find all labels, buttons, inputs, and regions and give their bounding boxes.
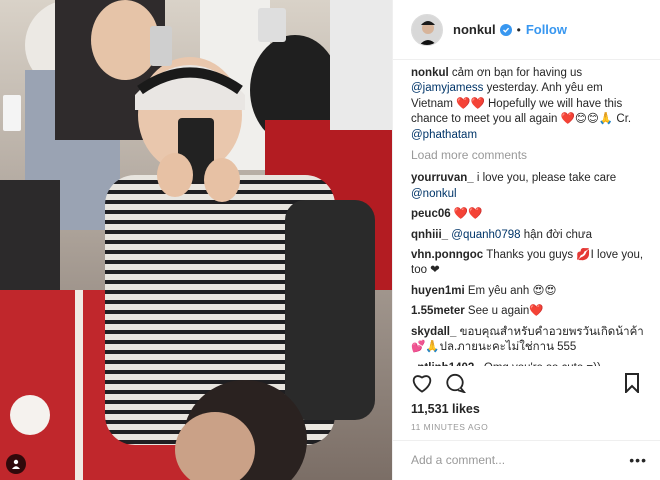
comment-text: ❤️❤️ (453, 208, 483, 221)
more-comments-list: yourruvan_ i love you, please take care … (411, 171, 646, 366)
post-photo[interactable] (0, 0, 392, 480)
comment-username[interactable]: yourruvan_ (411, 172, 474, 184)
post-author-username[interactable]: nonkul (453, 22, 496, 37)
comment-item: vhn.ponngoc Thanks you guys 💋I love you,… (411, 248, 646, 279)
load-more-comments-button[interactable]: Load more comments (411, 148, 646, 163)
comment-item: yourruvan_ i love you, please take care … (411, 171, 646, 202)
tagged-user-icon[interactable] (6, 454, 26, 474)
add-comment-input[interactable]: Add a comment... (411, 453, 505, 467)
heart-icon[interactable] (411, 373, 433, 398)
post-timestamp[interactable]: 11 MINUTES AGO (411, 422, 488, 432)
comment-item: skydall_ ขอบคุณสำหรับคำอวยพรวันเกิดน้าค้… (411, 325, 646, 356)
comment-username[interactable]: skydall_ (411, 326, 456, 338)
comment-item: nonkul cảm ơn bạn for having us @jamyjam… (411, 66, 646, 143)
follow-button[interactable]: Follow (526, 22, 567, 37)
post-header: nonkul • Follow (393, 0, 660, 60)
comment-text: hận đời chưa (520, 228, 593, 241)
comment-username[interactable]: _ntlinh1402_ (411, 362, 481, 367)
comment-text: See u again❤️ (467, 305, 544, 318)
comment-username[interactable]: huyen1mi (411, 285, 465, 297)
comment-item: huyen1mi Em yêu anh 😍😍 (411, 284, 646, 299)
comment-text: i love you, please take care (476, 172, 617, 185)
separator-dot: • (516, 22, 521, 37)
mention-link[interactable]: @quanh0798 (451, 229, 520, 241)
comment-icon[interactable] (444, 373, 467, 398)
comment-item: _ntlinh1402_ Omg you're so cute =)) (411, 361, 646, 367)
comment-text: Em yêu anh 😍😍 (467, 284, 557, 297)
comment-item: peuc06 ❤️❤️ (411, 207, 646, 222)
more-options-icon[interactable]: ••• (629, 452, 647, 468)
comment-item: qnhiii_ @quanh0798 hận đời chưa (411, 228, 646, 243)
mention-link[interactable]: @jamyjamess (411, 82, 483, 94)
action-bar (411, 373, 646, 401)
comment-item: 1.55meter See u again❤️ (411, 304, 646, 319)
post-details-panel: nonkul • Follow nonkul cảm ơn bạn for ha… (392, 0, 660, 480)
caption-list: nonkul cảm ơn bạn for having us @jamyjam… (411, 66, 646, 143)
mention-link[interactable]: @phathatam (411, 129, 477, 141)
comment-username[interactable]: 1.55meter (411, 305, 465, 317)
comment-username[interactable]: peuc06 (411, 208, 451, 220)
comment-username[interactable]: qnhiii_ (411, 229, 448, 241)
comment-text: Omg you're so cute =)) (484, 362, 601, 367)
comment-username[interactable]: vhn.ponngoc (411, 249, 483, 261)
comment-text: cảm ơn bạn for having us (451, 67, 583, 79)
mention-link[interactable]: @nonkul (411, 188, 457, 200)
verified-icon (499, 23, 512, 36)
comment-username[interactable]: nonkul (411, 67, 449, 79)
avatar[interactable] (411, 13, 443, 46)
add-comment-bar: Add a comment... ••• (393, 440, 660, 480)
bookmark-icon[interactable] (624, 373, 640, 398)
likes-count[interactable]: 11,531 likes (411, 402, 480, 416)
crowd-photo-image (0, 0, 392, 480)
comments-list: nonkul cảm ơn bạn for having us @jamyjam… (411, 66, 646, 366)
